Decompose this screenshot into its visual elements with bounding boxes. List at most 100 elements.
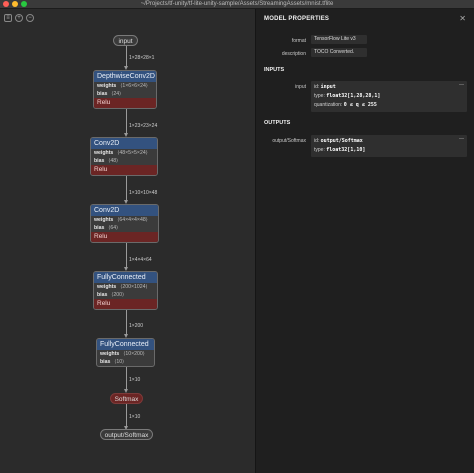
bias-label: bias [100, 359, 111, 365]
zoom-in-icon[interactable]: + [15, 14, 23, 22]
weights-label: weights [97, 83, 117, 89]
weights-value: ⟨200×1024⟩ [120, 284, 148, 290]
node-bias: bias ⟨24⟩ [94, 90, 156, 98]
node-activation: Relu [94, 299, 157, 309]
weights-value: ⟨1×6×6×24⟩ [120, 83, 148, 89]
bias-value: ⟨48⟩ [108, 158, 119, 164]
node-title: FullyConnected [94, 272, 157, 283]
edge-label: 1×200 [129, 323, 144, 329]
graph-input-node[interactable]: input [113, 35, 138, 46]
graph-input-label: input [118, 38, 133, 45]
graph-node-fullyconnected[interactable]: FullyConnected weights ⟨200×1024⟩ bias ⟨20… [93, 271, 158, 310]
description-value: TOCO Converted. [311, 48, 367, 57]
output-type-line: type: float32[1,10] [314, 146, 464, 155]
edge-label: 1×10×10×48 [129, 190, 158, 196]
input-label: input [295, 84, 306, 90]
input-quant-key: quantization: [314, 102, 343, 108]
inputs-header: INPUTS [264, 67, 285, 73]
graph-node-conv2d[interactable]: Conv2D weights ⟨64×4×4×48⟩ bias ⟨64⟩ Relu [90, 204, 159, 243]
node-weights: weights ⟨10×200⟩ [97, 350, 154, 358]
model-properties-panel: MODEL PROPERTIES ✕ format TensorFlow Lit… [255, 9, 474, 473]
input-quant-line: quantization: 0 ≤ q ≤ 255 [314, 101, 464, 110]
edge-line [126, 46, 127, 66]
output-id-line: id: output/Softmax [314, 137, 464, 146]
window-title: ~/Projects/tf-unity/tf-lite-unity-sample… [140, 1, 334, 7]
softmax-label: Softmax [114, 396, 139, 403]
weights-value: ⟨48×5×5×24⟩ [117, 150, 148, 156]
edge-label: 1×10 [129, 414, 141, 420]
format-value: TensorFlow Lite v3 [311, 35, 367, 44]
edge-label: 1×23×23×24 [129, 123, 158, 129]
edge-line [126, 176, 127, 200]
input-id-line: id: input [314, 83, 464, 92]
bias-value: ⟨24⟩ [111, 91, 122, 97]
weights-value: ⟨10×200⟩ [123, 351, 145, 357]
bias-value: ⟨200⟩ [111, 292, 125, 298]
edge-label: 1×4×4×64 [129, 257, 152, 263]
node-bias: bias ⟨48⟩ [91, 157, 157, 165]
graph-node-depthwiseconv2d[interactable]: DepthwiseConv2D weights ⟨1×6×6×24⟩ bias ⟨2… [93, 70, 157, 109]
edge-label: 1×10 [129, 377, 141, 383]
edge-line [126, 367, 127, 389]
weights-value: ⟨64×4×4×48⟩ [117, 217, 148, 223]
weights-label: weights [100, 351, 120, 357]
bias-value: ⟨10⟩ [114, 359, 125, 365]
bias-label: bias [94, 225, 105, 231]
input-type-key: type: [314, 93, 325, 99]
graph-node-fullyconnected[interactable]: FullyConnected weights ⟨10×200⟩ bias ⟨10⟩ [96, 338, 155, 367]
expand-caret-icon[interactable]: — [459, 136, 464, 142]
node-activation: Relu [91, 165, 157, 175]
graph-node-conv2d[interactable]: Conv2D weights ⟨48×5×5×24⟩ bias ⟨48⟩ Relu [90, 137, 158, 176]
node-title: Conv2D [91, 205, 158, 216]
close-icon[interactable]: ✕ [459, 14, 466, 23]
node-weights: weights ⟨1×6×6×24⟩ [94, 82, 156, 90]
input-quant: 0 ≤ q ≤ 255 [343, 102, 377, 108]
output-label: output/Softmax [272, 138, 306, 144]
bias-label: bias [94, 158, 105, 164]
graph-canvas[interactable]: ≡ + − input 1×28×28×1 DepthwiseConv2D we… [0, 9, 255, 473]
node-bias: bias ⟨200⟩ [94, 291, 157, 299]
graph-output-label: output/Softmax [104, 432, 149, 439]
bias-label: bias [97, 91, 108, 97]
node-weights: weights ⟨200×1024⟩ [94, 283, 157, 291]
node-title: DepthwiseConv2D [94, 71, 156, 82]
bias-value: ⟨64⟩ [108, 225, 119, 231]
input-id-key: id: [314, 84, 320, 90]
zoom-out-icon[interactable]: − [26, 14, 34, 22]
input-details[interactable]: — id: input type: float32[1,28,28,1] qua… [311, 81, 467, 112]
format-label: format [291, 38, 306, 44]
outputs-header: OUTPUTS [264, 120, 291, 126]
graph-output-node[interactable]: output/Softmax [100, 429, 153, 440]
edge-label: 1×28×28×1 [129, 55, 155, 61]
edge-line [126, 243, 127, 267]
edge-line [126, 404, 127, 426]
expand-caret-icon[interactable]: — [459, 82, 464, 88]
edge-line [126, 310, 127, 334]
node-activation: Relu [94, 98, 156, 108]
weights-label: weights [94, 217, 114, 223]
bias-label: bias [97, 292, 108, 298]
sidebar-icon[interactable]: ≡ [4, 14, 12, 22]
input-type: float32[1,28,28,1] [326, 93, 381, 99]
output-details[interactable]: — id: output/Softmax type: float32[1,10] [311, 135, 467, 157]
edge-line [126, 109, 127, 133]
graph-toolbar: ≡ + − [4, 14, 34, 22]
weights-label: weights [94, 150, 114, 156]
input-id: input [320, 84, 336, 90]
output-type: float32[1,10] [326, 147, 366, 153]
description-label: description [281, 51, 306, 57]
node-bias: bias ⟨10⟩ [97, 358, 154, 366]
title-bar: ~/Projects/tf-unity/tf-lite-unity-sample… [0, 0, 474, 9]
output-type-key: type: [314, 147, 325, 153]
node-weights: weights ⟨64×4×4×48⟩ [91, 216, 158, 224]
graph-node-softmax[interactable]: Softmax [110, 393, 143, 404]
node-title: Conv2D [91, 138, 157, 149]
node-bias: bias ⟨64⟩ [91, 224, 158, 232]
node-weights: weights ⟨48×5×5×24⟩ [91, 149, 157, 157]
output-id-key: id: [314, 138, 320, 144]
input-type-line: type: float32[1,28,28,1] [314, 92, 464, 101]
node-title: FullyConnected [97, 339, 154, 350]
output-id: output/Softmax [320, 138, 363, 144]
node-activation: Relu [91, 232, 158, 242]
panel-title: MODEL PROPERTIES [264, 16, 330, 22]
